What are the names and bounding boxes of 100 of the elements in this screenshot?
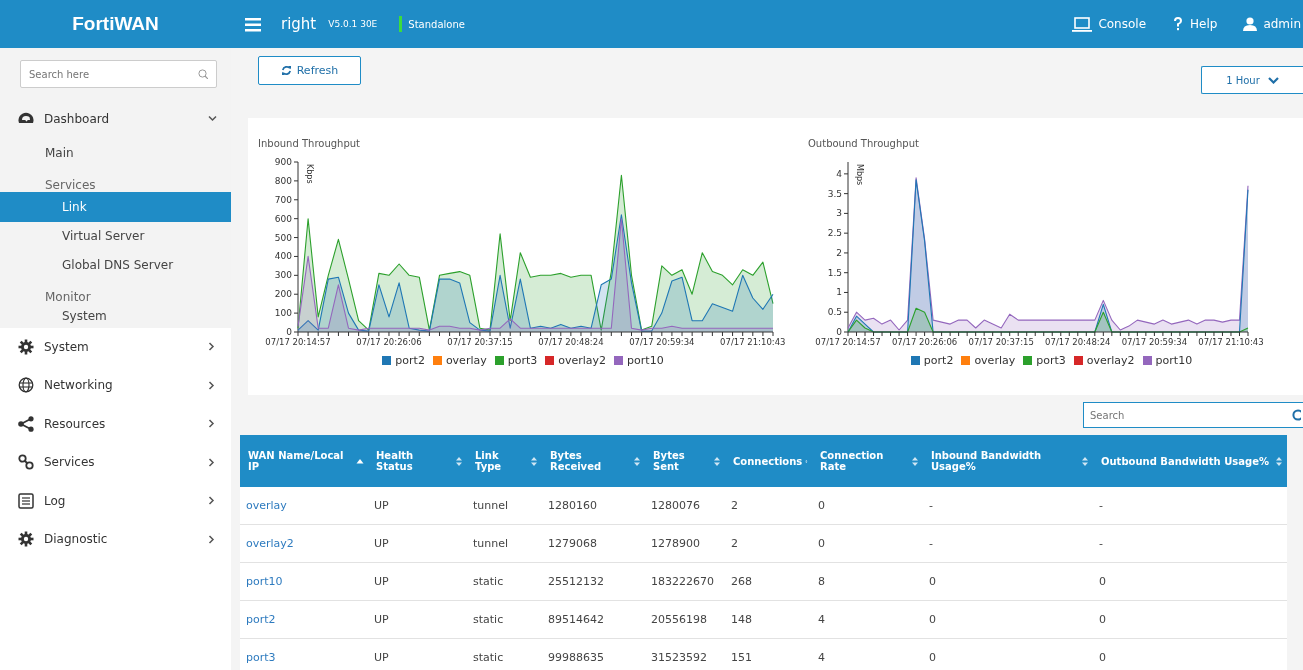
- topbar-link[interactable]: admin: [1243, 17, 1301, 31]
- table-cell: 0: [1093, 600, 1287, 639]
- column-header[interactable]: Health Status: [368, 435, 467, 487]
- sidebar-subitem[interactable]: Virtual Server: [0, 221, 231, 251]
- sidebar-item[interactable]: Services: [0, 443, 231, 482]
- sidebar-subitem[interactable]: Link: [0, 191, 231, 222]
- tick-label: 900: [274, 157, 292, 167]
- table-cell: 0: [923, 600, 1093, 639]
- column-header[interactable]: Outbound Bandwidth Usage%: [1093, 435, 1287, 487]
- link-name[interactable]: port3: [240, 638, 368, 670]
- table-cell: -: [923, 487, 1093, 525]
- column-header[interactable]: Inbound Bandwidth Usage%: [923, 435, 1093, 487]
- search-field[interactable]: Search here: [20, 60, 217, 88]
- sidebar-subitem[interactable]: Global DNS Server: [0, 250, 231, 280]
- legend-item: overlay: [432, 354, 487, 367]
- refresh-button[interactable]: Refresh: [258, 56, 361, 85]
- column-header[interactable]: WAN Name/Local IP: [240, 435, 368, 487]
- hostname: right: [281, 15, 317, 33]
- tick-label: 0.5: [827, 307, 842, 318]
- chevron-right-icon: [208, 496, 217, 506]
- sidebar-item[interactable]: Dashboard: [0, 100, 231, 139]
- topbar-link[interactable]: Help: [1172, 17, 1218, 31]
- table-cell: UP: [368, 638, 467, 670]
- column-header[interactable]: Connection Rate: [812, 435, 923, 487]
- table-cell: 4: [812, 600, 923, 639]
- table-cell: 0: [923, 562, 1093, 601]
- table-cell: -: [1093, 524, 1287, 563]
- tick-label: 07/17 20:14:57: [265, 337, 331, 347]
- tick-label: 07/17 20:37:15: [968, 337, 1034, 347]
- table-cell: 1279068: [542, 524, 645, 563]
- logo: FortiWAN: [71, 13, 160, 35]
- link-name[interactable]: overlay: [240, 487, 368, 525]
- tick-label: 07/17 20:48:24: [1045, 337, 1111, 347]
- table-cell: 0: [923, 638, 1093, 670]
- legend-item: port2: [382, 354, 425, 367]
- axis-label: Kbps: [305, 164, 314, 184]
- tick-label: 700: [274, 194, 292, 205]
- table-cell: 1280160: [542, 487, 645, 525]
- column-header[interactable]: Bytes Received: [542, 435, 645, 487]
- tick-label: 600: [274, 213, 292, 224]
- gear-icon: [18, 338, 34, 355]
- tick-label: 0: [286, 327, 292, 337]
- sidebar-item[interactable]: Resources: [0, 404, 231, 443]
- link-icon: [18, 454, 34, 471]
- table-cell: -: [1093, 487, 1287, 525]
- sidebar-item[interactable]: System: [0, 327, 231, 366]
- tick-label: 300: [274, 270, 292, 281]
- tick-label: 07/17 20:48:24: [538, 337, 604, 347]
- table-search-field[interactable]: Search: [1083, 402, 1303, 428]
- table-cell: -: [923, 524, 1093, 563]
- tick-label: 07/17 20:59:34: [629, 337, 695, 347]
- menu-icon[interactable]: [245, 16, 261, 32]
- tick-label: 1.5: [827, 267, 842, 278]
- chevron-down-icon: [208, 114, 217, 124]
- table-cell: static: [467, 562, 542, 601]
- tick-label: 2: [836, 247, 842, 258]
- version-label: V5.0.1 30E: [328, 19, 378, 29]
- chevron-right-icon: [208, 380, 217, 390]
- table-cell: static: [467, 600, 542, 639]
- tick-label: 200: [274, 289, 292, 300]
- link-name[interactable]: port2: [240, 600, 368, 639]
- table-cell: 89514642: [542, 600, 645, 639]
- table-cell: 31523592: [645, 638, 725, 670]
- column-header[interactable]: Bytes Sent: [645, 435, 725, 487]
- table-cell: static: [467, 638, 542, 670]
- tick-label: 500: [274, 232, 292, 243]
- axis-label: Mbps: [855, 164, 864, 186]
- sidebar-item[interactable]: Diagnostic: [0, 520, 231, 559]
- legend-item: overlay2: [545, 354, 607, 367]
- link-name[interactable]: overlay2: [240, 524, 368, 563]
- tick-label: 400: [274, 251, 292, 262]
- legend-item: port3: [1023, 354, 1066, 367]
- sidebar-subitem[interactable]: Main: [0, 138, 231, 168]
- tick-label: 07/17 20:26:06: [356, 337, 422, 347]
- table-cell: 268: [725, 562, 812, 601]
- tick-label: 0: [836, 327, 842, 337]
- table-cell: 8: [812, 562, 923, 601]
- gear-icon: [18, 531, 34, 548]
- time-range-dropdown[interactable]: 1 Hour: [1201, 66, 1303, 94]
- topbar-link[interactable]: Console: [1072, 16, 1147, 32]
- table-cell: 2: [725, 524, 812, 563]
- table-cell: 151: [725, 638, 812, 670]
- column-header[interactable]: Link Type: [467, 435, 542, 487]
- sidebar-subitem[interactable]: System: [0, 303, 231, 328]
- sidebar-item[interactable]: Networking: [0, 366, 231, 405]
- table-cell: UP: [368, 600, 467, 639]
- globe-icon: [18, 377, 34, 394]
- tick-label: 1: [836, 287, 842, 298]
- link-name[interactable]: port10: [240, 562, 368, 601]
- tick-label: 07/17 20:59:34: [1121, 337, 1188, 347]
- tick-label: 07/17 20:26:06: [891, 337, 958, 347]
- tick-label: 3: [836, 208, 842, 219]
- column-header[interactable]: Connections: [725, 435, 812, 487]
- list-icon: [18, 492, 34, 509]
- table-cell: 0: [1093, 562, 1287, 601]
- table-cell: 148: [725, 600, 812, 639]
- tick-label: 800: [274, 175, 292, 186]
- table-cell: 0: [812, 487, 923, 525]
- sidebar-item[interactable]: Log: [0, 481, 231, 520]
- tick-label: 07/17 20:14:57: [815, 337, 881, 347]
